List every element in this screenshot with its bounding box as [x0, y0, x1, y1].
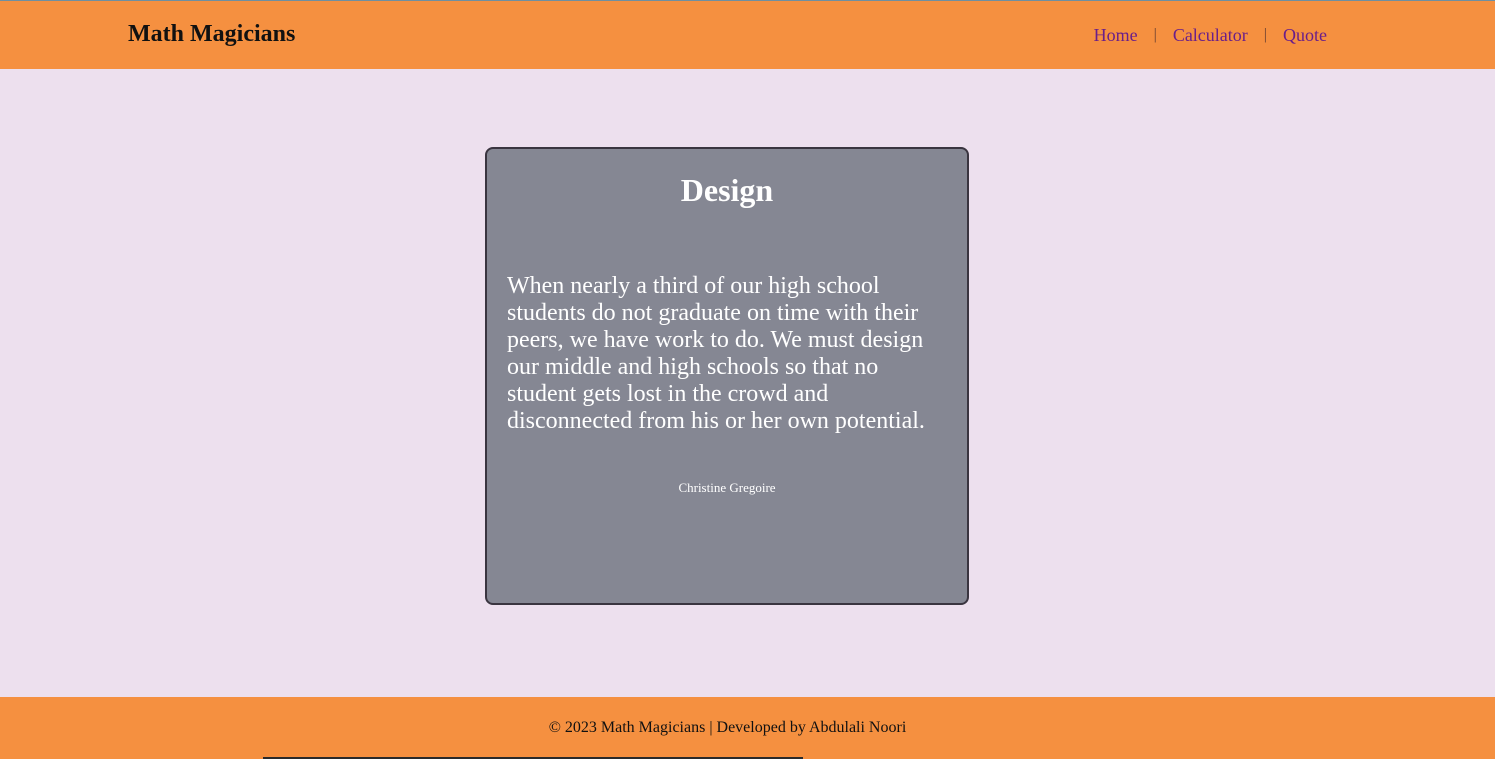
nav-link-quote[interactable]: Quote: [1283, 23, 1327, 47]
site-header: Math Magicians Home | Calculator | Quote: [0, 1, 1495, 69]
brand-title: Math Magicians: [128, 21, 296, 47]
footer-copyright: © 2023 Math Magicians | Developed by Abd…: [548, 719, 907, 736]
main-nav: Home | Calculator | Quote: [1094, 23, 1327, 47]
nav-separator: |: [1153, 26, 1157, 43]
nav-link-calculator[interactable]: Calculator: [1173, 23, 1248, 47]
nav-link-home[interactable]: Home: [1094, 23, 1138, 47]
quote-author: Christine Gregoire: [678, 480, 776, 495]
quote-text: When nearly a third of our high school s…: [507, 273, 925, 434]
quote-card: Design When nearly a third of our high s…: [485, 147, 969, 605]
nav-separator: |: [1263, 26, 1267, 43]
site-footer: © 2023 Math Magicians | Developed by Abd…: [0, 697, 1495, 759]
quote-category-title: Design: [680, 172, 774, 208]
